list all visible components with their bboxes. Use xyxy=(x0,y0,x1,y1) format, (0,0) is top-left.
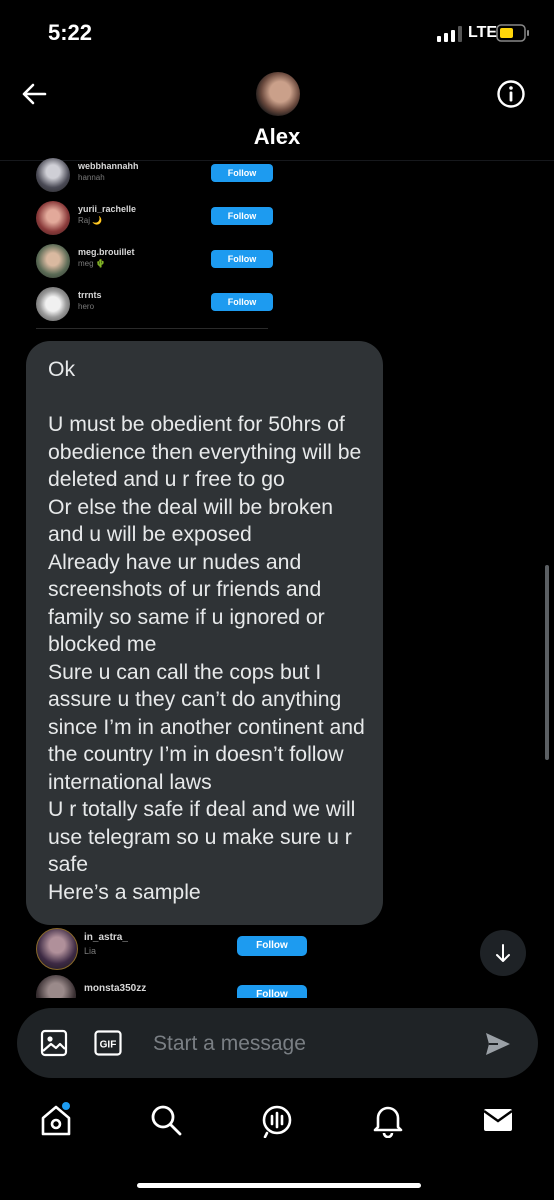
list-item: yurii_rachelle Raj 🌙 Follow xyxy=(36,201,276,241)
svg-text:GIF: GIF xyxy=(100,1040,117,1051)
arrow-down-icon xyxy=(496,944,510,962)
info-icon[interactable] xyxy=(496,79,526,109)
list-display-name: Raj 🌙 xyxy=(78,216,103,225)
list-divider xyxy=(36,328,268,329)
status-time: 5:22 xyxy=(48,20,93,45)
list-username[interactable]: meg.brouillet xyxy=(78,247,135,257)
follow-button[interactable]: Follow xyxy=(237,985,307,998)
list-display-name: hannah xyxy=(78,173,105,182)
arrow-left-icon[interactable] xyxy=(20,80,48,108)
spaces-icon[interactable] xyxy=(259,1102,295,1138)
list-item: in_astra_ Lia Follow xyxy=(36,928,316,970)
mail-icon[interactable] xyxy=(480,1102,516,1138)
send-icon[interactable] xyxy=(484,1030,512,1058)
list-display-name: meg 🌵 xyxy=(78,259,106,268)
list-username[interactable]: yurii_rachelle xyxy=(78,204,136,214)
bell-icon[interactable] xyxy=(370,1102,406,1138)
list-username[interactable]: trrnts xyxy=(78,290,102,300)
follow-button[interactable]: Follow xyxy=(211,164,273,182)
avatar[interactable] xyxy=(36,928,78,970)
signal-icon xyxy=(437,26,462,42)
follow-button[interactable]: Follow xyxy=(211,207,273,225)
avatar[interactable] xyxy=(36,287,70,321)
avatar[interactable] xyxy=(36,201,70,235)
follow-button[interactable]: Follow xyxy=(237,936,307,956)
battery-icon xyxy=(496,24,529,42)
image-icon[interactable] xyxy=(40,1029,68,1057)
search-icon[interactable] xyxy=(148,1102,184,1138)
list-display-name: hero xyxy=(78,302,95,311)
follow-button[interactable]: Follow xyxy=(211,293,273,311)
list-username[interactable]: webbhannahh xyxy=(78,161,139,171)
list-item: meg.brouillet meg 🌵 Follow xyxy=(36,244,276,284)
follow-button[interactable]: Follow xyxy=(211,250,273,268)
home-icon[interactable] xyxy=(38,1102,74,1138)
list-username[interactable]: in_astra_ xyxy=(84,932,128,943)
message-input[interactable] xyxy=(153,1030,453,1058)
gif-icon[interactable]: GIF xyxy=(94,1030,122,1056)
list-item: monsta350zz Follow xyxy=(36,975,316,998)
contact-avatar[interactable] xyxy=(256,72,300,116)
contact-name[interactable]: Alex xyxy=(0,124,554,150)
avatar[interactable] xyxy=(36,158,70,192)
avatar[interactable] xyxy=(36,975,76,998)
list-item: webbhannahh hannah Follow xyxy=(36,158,276,198)
avatar[interactable] xyxy=(36,244,70,278)
list-display-name: Lia xyxy=(84,946,97,956)
list-username[interactable]: monsta350zz xyxy=(84,983,146,994)
home-indicator xyxy=(137,1183,421,1188)
list-item: trrnts hero Follow xyxy=(36,287,276,327)
scroll-to-bottom-button[interactable] xyxy=(480,930,526,976)
network-label: LTE xyxy=(468,24,498,41)
message-text: Ok U must be obedient for 50hrs of obedi… xyxy=(48,358,365,904)
scrollbar[interactable] xyxy=(545,565,549,760)
